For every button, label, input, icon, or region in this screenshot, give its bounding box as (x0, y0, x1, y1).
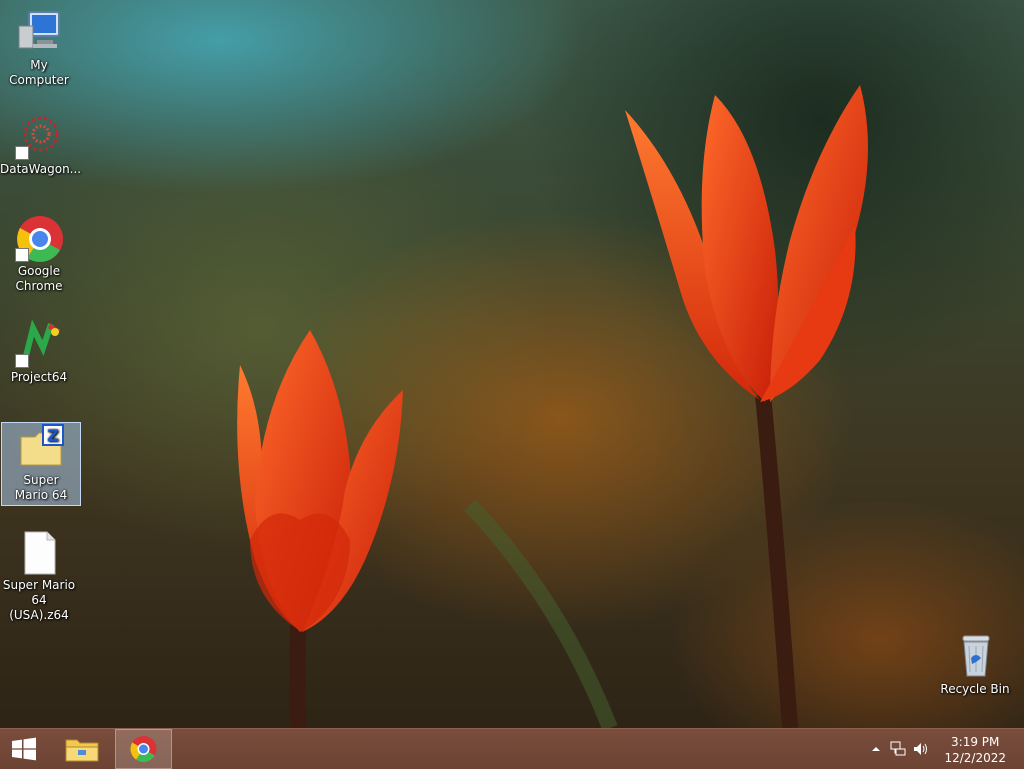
desktop-icon-label: Super Mario 64 (14, 473, 68, 502)
desktop-icon-label: Recycle Bin (940, 682, 1010, 696)
windows-logo-icon (12, 737, 36, 761)
tulip-wallpaper-art (237, 85, 868, 728)
volume-button[interactable] (912, 741, 930, 757)
desktop-icon-label: Project64 (10, 370, 68, 384)
zip-folder-icon: Z (17, 423, 65, 471)
file-icon (15, 528, 63, 576)
system-tray: 3:19 PM 12/2/2022 (864, 729, 1024, 769)
clock-time: 3:19 PM (951, 735, 1000, 749)
project64-icon (15, 319, 63, 368)
taskbar-chrome-button[interactable] (115, 729, 172, 769)
chrome-icon (15, 214, 63, 262)
clock[interactable]: 3:19 PM 12/2/2022 (944, 734, 1006, 766)
network-button[interactable] (890, 741, 906, 757)
network-icon (890, 741, 906, 756)
datawagon-icon (15, 112, 63, 160)
taskbar: 3:19 PM 12/2/2022 (0, 728, 1024, 769)
shortcut-arrow-icon (15, 248, 29, 262)
desktop-icon-google-chrome[interactable]: Google Chrome (0, 214, 78, 294)
clock-date: 12/2/2022 (944, 751, 1006, 765)
svg-text:Z: Z (47, 426, 59, 445)
desktop-icon-super-mario-64-rom[interactable]: Super Mario 64 (USA).z64 (0, 528, 78, 623)
desktop-icon-super-mario-64-folder[interactable]: Z Super Mario 64 (1, 422, 81, 506)
shortcut-arrow-icon (15, 146, 29, 160)
taskbar-file-explorer-button[interactable] (56, 729, 108, 769)
computer-icon (15, 8, 63, 56)
chevron-up-icon (872, 747, 880, 751)
desktop-icon-label: DataWagon... (0, 162, 82, 176)
file-explorer-icon (65, 739, 99, 762)
recycle-bin-icon (951, 632, 999, 680)
desktop-icon-label: My Computer (9, 58, 69, 87)
speaker-icon (914, 743, 927, 755)
chrome-icon (130, 736, 157, 763)
desktop-icon-label: Super Mario 64 (USA).z64 (2, 578, 76, 622)
desktop-icon-recycle-bin[interactable]: Recycle Bin (936, 632, 1014, 697)
desktop-icon-label: Google Chrome (15, 264, 63, 293)
desktop-wallpaper (0, 0, 1024, 728)
show-hidden-icons-button[interactable] (870, 743, 882, 755)
desktop-icon-datawagon[interactable]: DataWagon... (0, 112, 82, 177)
desktop-icon-my-computer[interactable]: My Computer (0, 8, 78, 88)
shortcut-arrow-icon (15, 354, 29, 368)
start-button[interactable] (0, 729, 48, 769)
desktop-icon-project64[interactable]: Project64 (0, 319, 78, 385)
